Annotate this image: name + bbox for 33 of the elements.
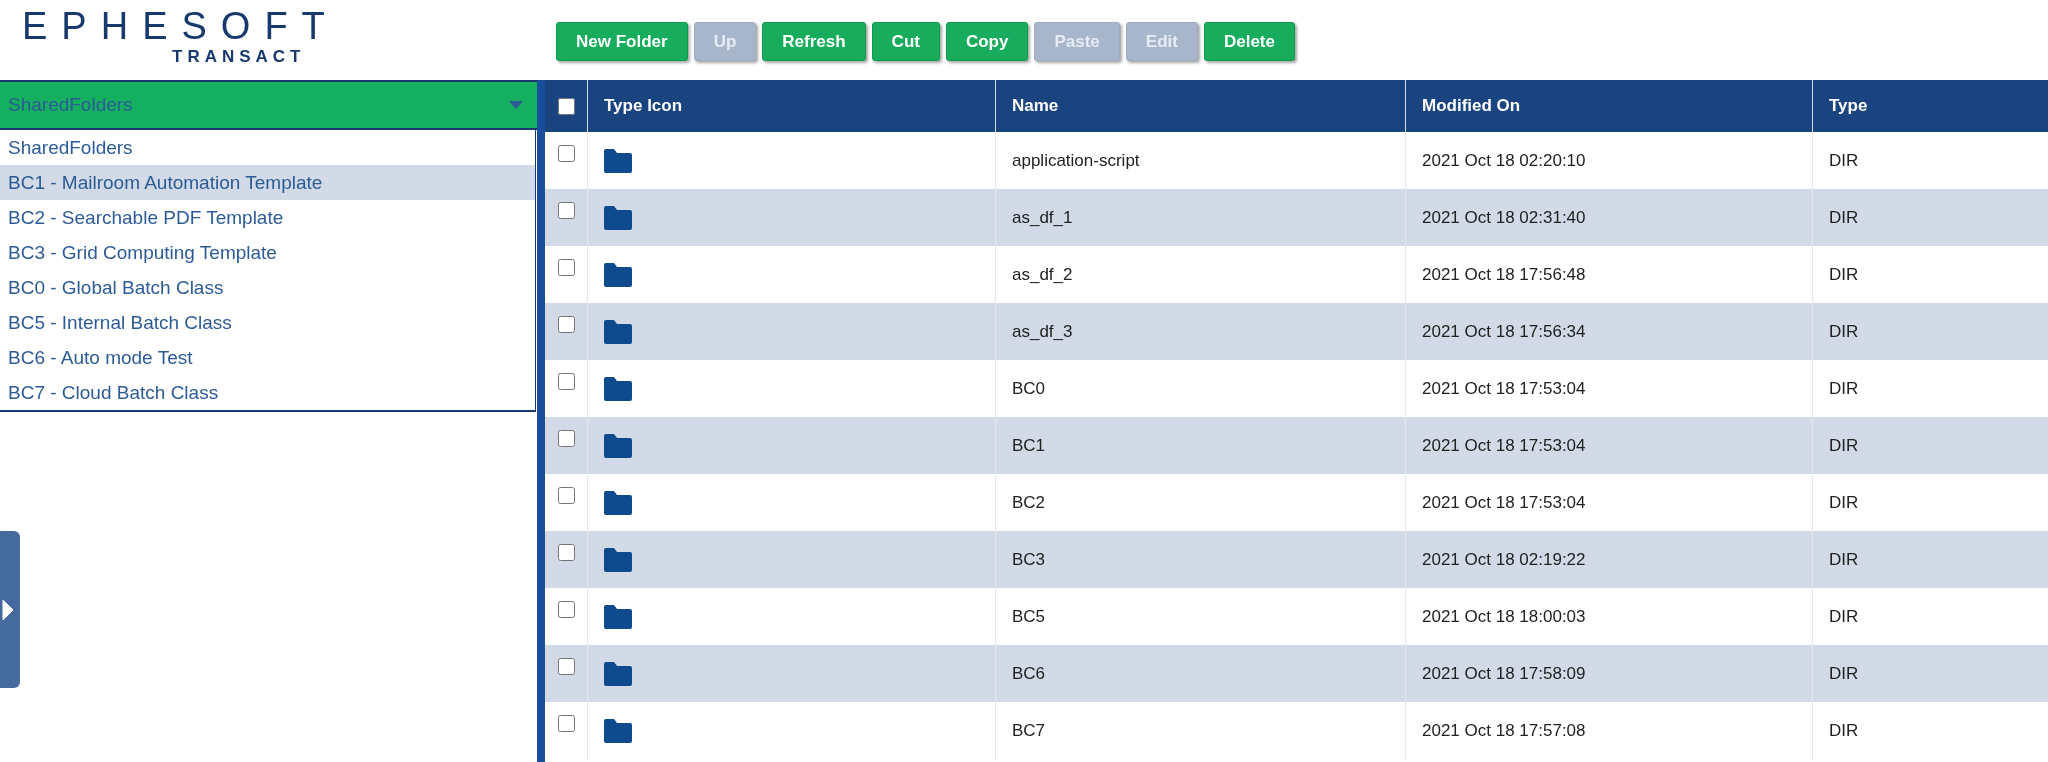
dropdown-value: SharedFolders [8, 94, 133, 116]
row-checkbox[interactable] [557, 145, 575, 162]
select-all-checkbox[interactable] [557, 97, 575, 115]
folder-icon [604, 433, 632, 458]
play-icon [2, 598, 14, 621]
row-checkbox[interactable] [557, 715, 575, 732]
row-checkbox[interactable] [557, 658, 575, 675]
row-checkbox[interactable] [557, 202, 575, 219]
caret-icon [509, 101, 523, 109]
logo-wordmark: EPHESOFT [22, 6, 339, 46]
folder-icon [604, 718, 632, 743]
logo-subtitle: TRANSACT [172, 46, 306, 68]
row-checkbox[interactable] [557, 316, 575, 333]
table-cell: BC7 [995, 702, 1405, 759]
expand-panel-handle[interactable] [0, 531, 20, 688]
table-cell: 2021 Oct 18 17:57:08 [1405, 702, 1812, 759]
folder-icon [604, 205, 632, 230]
row-checkbox[interactable] [557, 487, 575, 504]
folder-icon [604, 604, 632, 629]
row-checkbox[interactable] [557, 373, 575, 390]
folder-icon [604, 262, 632, 287]
row-checkbox[interactable] [557, 430, 575, 447]
folder-icon [604, 490, 632, 515]
row-checkbox[interactable] [557, 544, 575, 561]
folder-icon [604, 319, 632, 344]
folder-icon [604, 547, 632, 572]
dropdown-option[interactable]: BC1 - Mailroom Automation Template [0, 165, 535, 200]
table-cell: DIR [1812, 702, 2048, 759]
row-checkbox[interactable] [557, 601, 575, 618]
folder-icon [604, 376, 632, 401]
folder-icon [604, 148, 632, 173]
folder-icon [604, 661, 632, 686]
row-checkbox[interactable] [557, 259, 575, 276]
